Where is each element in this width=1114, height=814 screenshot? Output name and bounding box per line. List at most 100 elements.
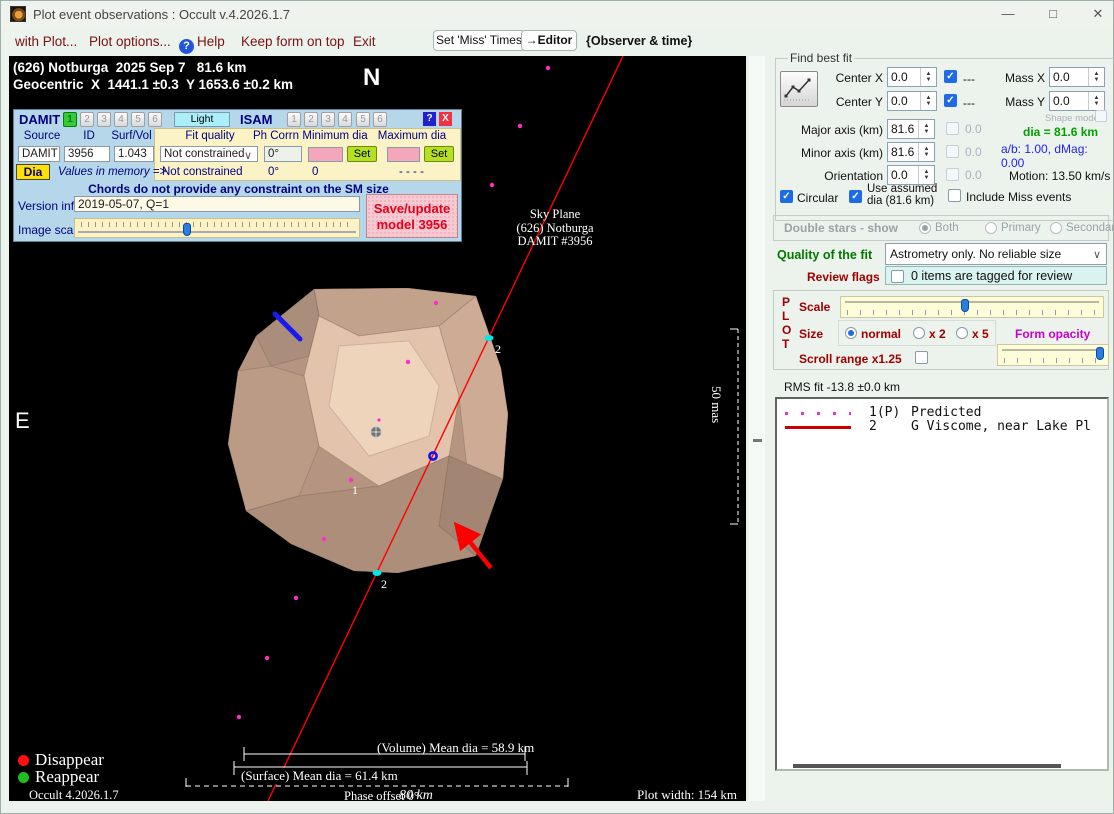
dia-button[interactable]: Dia [16,164,50,180]
menu-with-plot[interactable]: with Plot... [15,34,77,49]
review-flags-checkbox[interactable] [891,270,904,283]
plot-letter-l: L [782,309,789,323]
scale-slider[interactable] [840,296,1104,318]
set-maximum-button[interactable]: Set [424,146,454,162]
spinner-arrows-icon[interactable]: ▲▼ [918,166,934,184]
double-primary-label: Primary [1001,222,1041,234]
col-fit-quality: Fit quality [170,130,250,142]
col-source: Source [22,130,62,142]
isam-model-4-button[interactable]: 4 [338,112,352,127]
minor-axis-checkbox[interactable] [946,145,959,158]
observations-listbox[interactable]: 1(P) Predicted 2 G Viscome, near Lake Pl [775,397,1109,771]
damit-model-1-button[interactable]: 1 [63,112,77,127]
orientation-spinner[interactable]: 0.0▲▼ [887,165,935,185]
mass-y-label: Mass Y [1001,95,1045,109]
form-opacity-slider[interactable] [997,344,1109,366]
center-y-spinner[interactable]: 0.0▲▼ [887,91,937,111]
horizontal-scrollbar[interactable] [793,764,1061,768]
fit-quality-select[interactable]: Not constrained∨ [160,146,258,162]
observation-id[interactable]: 2 [869,419,877,434]
use-assumed-checkbox[interactable]: ✓ [849,190,862,203]
chord-2-label-top: 2 [495,342,501,357]
observation-name[interactable]: G Viscome, near Lake Pl [911,419,1105,434]
isam-model-5-button[interactable]: 5 [356,112,370,127]
save-update-model-button[interactable]: Save/updatemodel 3956 [366,194,458,238]
menu-help[interactable]: ?Help [179,34,225,54]
damit-help-button[interactable]: ? [423,112,436,126]
observation-id[interactable]: 1(P) [869,405,900,420]
minimize-button[interactable]: — [993,5,1023,23]
sky-plane-plot[interactable]: (626) Notburga 2025 Sep 7 81.6 km Geocen… [9,56,746,801]
col-surfvol: Surf/Vol [109,130,154,142]
isam-model-6-button[interactable]: 6 [373,112,387,127]
menu-plot-options[interactable]: Plot options... [89,34,171,49]
east-label: E [15,408,30,434]
event-title: (626) Notburga 2025 Sep 7 81.6 km [13,60,246,75]
ph-corrn-value[interactable]: 0° [264,146,302,162]
major-axis-checkbox[interactable] [946,122,959,135]
splitter[interactable] [749,56,765,801]
maximize-button[interactable]: □ [1038,5,1068,23]
center-y-checkbox[interactable]: ✓ [944,94,957,107]
review-flags-field: 0 items are tagged for review [885,266,1107,285]
menu-keep-on-top[interactable]: Keep form on top [241,34,345,49]
image-scale-thumb[interactable] [183,223,191,236]
size-normal-radio[interactable] [845,327,857,339]
damit-model-4-button[interactable]: 4 [114,112,128,127]
double-primary-radio[interactable] [985,222,997,234]
mass-y-spinner[interactable]: 0.0▲▼ [1049,91,1105,111]
spinner-arrows-icon[interactable]: ▲▼ [920,92,936,110]
spinner-arrows-icon[interactable]: ▲▼ [918,143,934,161]
minimum-dia-swatch[interactable] [308,147,343,162]
minor-axis-spinner[interactable]: 81.6▲▼ [887,142,935,162]
observation-name[interactable]: Predicted [911,405,981,420]
isam-model-2-button[interactable]: 2 [304,112,318,127]
major-axis-spinner[interactable]: 81.6▲▼ [887,119,935,139]
size-x5-label: x 5 [972,327,989,341]
damit-model-2-button[interactable]: 2 [80,112,94,127]
spinner-arrows-icon[interactable]: ▲▼ [1088,92,1104,110]
maximum-dia-swatch[interactable] [387,147,420,162]
isam-model-3-button[interactable]: 3 [321,112,335,127]
circular-label: Circular [797,191,838,205]
app-icon [10,6,26,22]
spinner-arrows-icon[interactable]: ▲▼ [918,120,934,138]
shape-model-checkbox[interactable] [1095,110,1107,122]
occult-version: Occult 4.2026.1.7 [29,788,119,803]
form-opacity-thumb[interactable] [1096,347,1104,360]
quality-of-fit-label: Quality of the fit [777,248,872,262]
include-miss-checkbox[interactable] [948,189,961,202]
fit-model-button[interactable] [780,71,818,107]
image-scale-slider[interactable] [74,218,360,238]
size-x2-radio[interactable] [913,327,925,339]
spinner-arrows-icon[interactable]: ▲▼ [1088,68,1104,86]
size-x5-radio[interactable] [956,327,968,339]
damit-model-6-button[interactable]: 6 [148,112,162,127]
center-x-spinner[interactable]: 0.0▲▼ [887,67,937,87]
damit-model-5-button[interactable]: 5 [131,112,145,127]
version-info-field[interactable]: 2019-05-07, Q=1 [74,196,360,212]
scroll-range-checkbox[interactable] [915,351,928,364]
isam-model-1-button[interactable]: 1 [287,112,301,127]
set-miss-times-button[interactable]: Set 'Miss' Times [433,30,525,51]
circular-checkbox[interactable]: ✓ [780,190,793,203]
spinner-arrows-icon[interactable]: ▲▼ [920,68,936,86]
mass-x-spinner[interactable]: 0.0▲▼ [1049,67,1105,87]
close-button[interactable]: ✕ [1083,5,1113,23]
scale-slider-thumb[interactable] [961,299,969,312]
damit-model-3-button[interactable]: 3 [97,112,111,127]
menu-exit[interactable]: Exit [353,34,376,49]
editor-button[interactable]: →Editor [521,30,577,51]
major-axis-alt: 0.0 [965,122,982,136]
size-x2-label: x 2 [929,327,946,341]
light-curves-button[interactable]: Light curves [174,112,230,127]
chord-1-label: 1 [352,483,358,498]
set-minimum-button[interactable]: Set [347,146,377,162]
double-both-radio[interactable] [919,222,931,234]
damit-close-button[interactable]: X [439,112,452,126]
surfvol-value: 1.043 [114,146,154,162]
quality-of-fit-select[interactable]: Astrometry only. No reliable size∨ [885,243,1107,265]
orientation-checkbox[interactable] [946,168,959,181]
center-x-checkbox[interactable]: ✓ [944,70,957,83]
double-secondary-radio[interactable] [1050,222,1062,234]
